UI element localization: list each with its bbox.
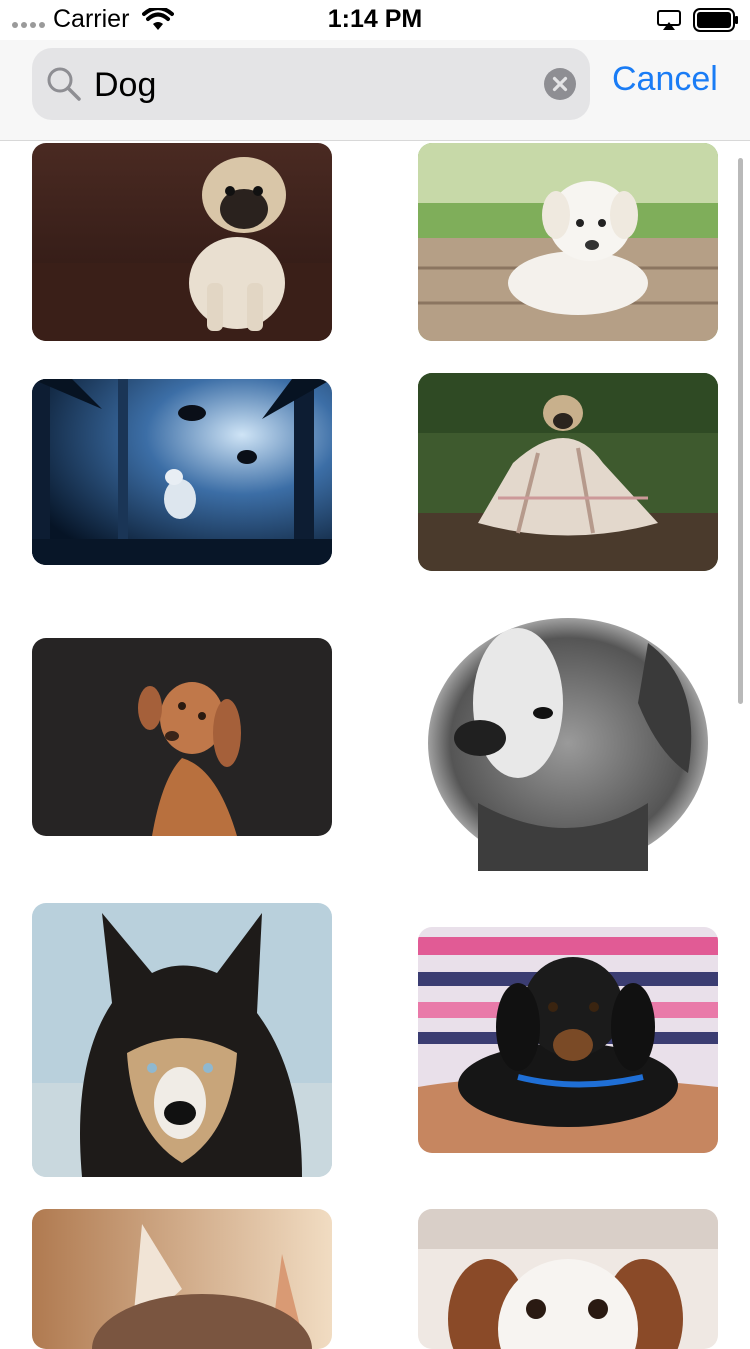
- result-image-husky[interactable]: [32, 903, 332, 1177]
- result-image-pug-blanket[interactable]: [418, 373, 718, 571]
- result-image-french-bulldog[interactable]: [32, 1209, 332, 1349]
- search-input[interactable]: Dog: [32, 48, 590, 120]
- clear-x-icon[interactable]: [544, 68, 576, 100]
- result-image-brown-dog[interactable]: [32, 638, 332, 836]
- result-image-lab-puppy[interactable]: [418, 143, 718, 341]
- status-bar: Carrier 1:14 PM: [0, 0, 750, 40]
- battery-icon: [693, 8, 739, 37]
- result-image-pug[interactable]: [32, 143, 332, 341]
- cancel-button[interactable]: Cancel: [612, 60, 718, 99]
- airplay-icon: [657, 10, 681, 35]
- search-header: Dog Cancel: [0, 40, 750, 141]
- search-query-text[interactable]: Dog: [94, 66, 156, 105]
- result-image-puppy-sketch[interactable]: [418, 603, 718, 871]
- scrollbar[interactable]: [738, 158, 743, 704]
- clock: 1:14 PM: [327, 5, 423, 33]
- result-image-wolves-forest[interactable]: [32, 379, 332, 565]
- result-image-dachshund[interactable]: [418, 927, 718, 1153]
- magnifier-icon: [46, 66, 82, 107]
- result-image-spaniel[interactable]: [418, 1209, 718, 1349]
